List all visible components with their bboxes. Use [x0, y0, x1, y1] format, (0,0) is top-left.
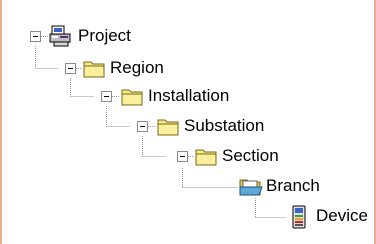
- collapse-toggle-region[interactable]: [65, 63, 76, 74]
- tree-node-label: Installation: [148, 86, 230, 105]
- collapse-toggle-installation[interactable]: [101, 91, 112, 102]
- folder-icon: [194, 145, 220, 169]
- open-folder-icon: [238, 175, 264, 199]
- device-icon: [286, 205, 312, 229]
- project-tree: Project Region Installation Substation S…: [2, 0, 374, 244]
- collapse-toggle-section[interactable]: [177, 151, 188, 162]
- tree-panel: Project Region Installation Substation S…: [0, 0, 376, 244]
- collapse-toggle-project[interactable]: [30, 31, 41, 42]
- folder-icon: [156, 115, 182, 139]
- tree-node-label: Device: [316, 206, 368, 225]
- folder-icon: [82, 57, 108, 81]
- tree-node-label: Section: [222, 146, 279, 165]
- tree-node-label: Project: [78, 26, 131, 45]
- tree-node-label: Region: [110, 58, 164, 77]
- tree-node-label: Substation: [184, 116, 265, 135]
- collapse-toggle-substation[interactable]: [137, 121, 148, 132]
- tree-node-label: Branch: [266, 176, 320, 195]
- project-icon: [48, 24, 74, 48]
- folder-icon: [120, 85, 146, 109]
